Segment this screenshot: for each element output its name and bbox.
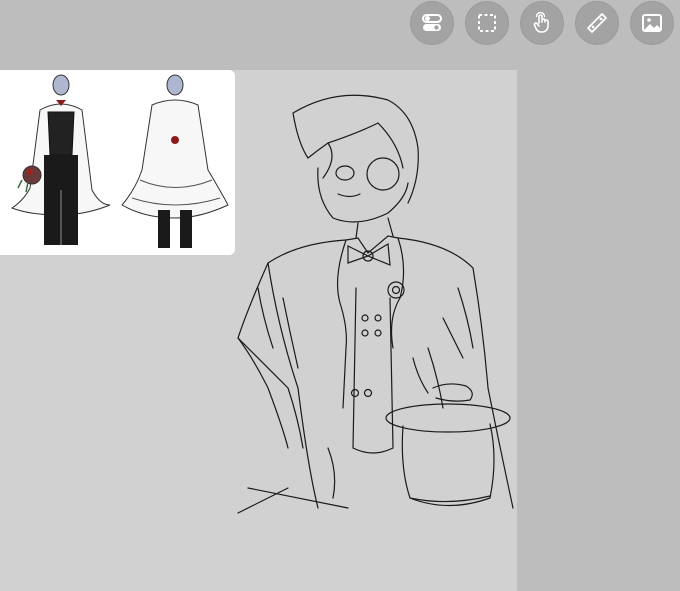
ruler-icon [587, 13, 607, 33]
toggle-tool-button[interactable] [410, 1, 454, 45]
toggle-icon [422, 14, 442, 31]
gesture-tool-button[interactable] [520, 1, 564, 45]
sketch-drawing [228, 88, 518, 528]
ruler-tool-button[interactable] [575, 1, 619, 45]
reference-image-window[interactable] [0, 70, 235, 255]
image-icon [642, 14, 662, 32]
top-toolbar [410, 0, 680, 46]
reference-outfit-image [10, 74, 229, 248]
character-sketch [237, 94, 514, 514]
hand-tap-icon [533, 11, 549, 33]
reference-image-button[interactable] [630, 1, 674, 45]
selection-icon [478, 14, 496, 32]
selection-tool-button[interactable] [465, 1, 509, 45]
